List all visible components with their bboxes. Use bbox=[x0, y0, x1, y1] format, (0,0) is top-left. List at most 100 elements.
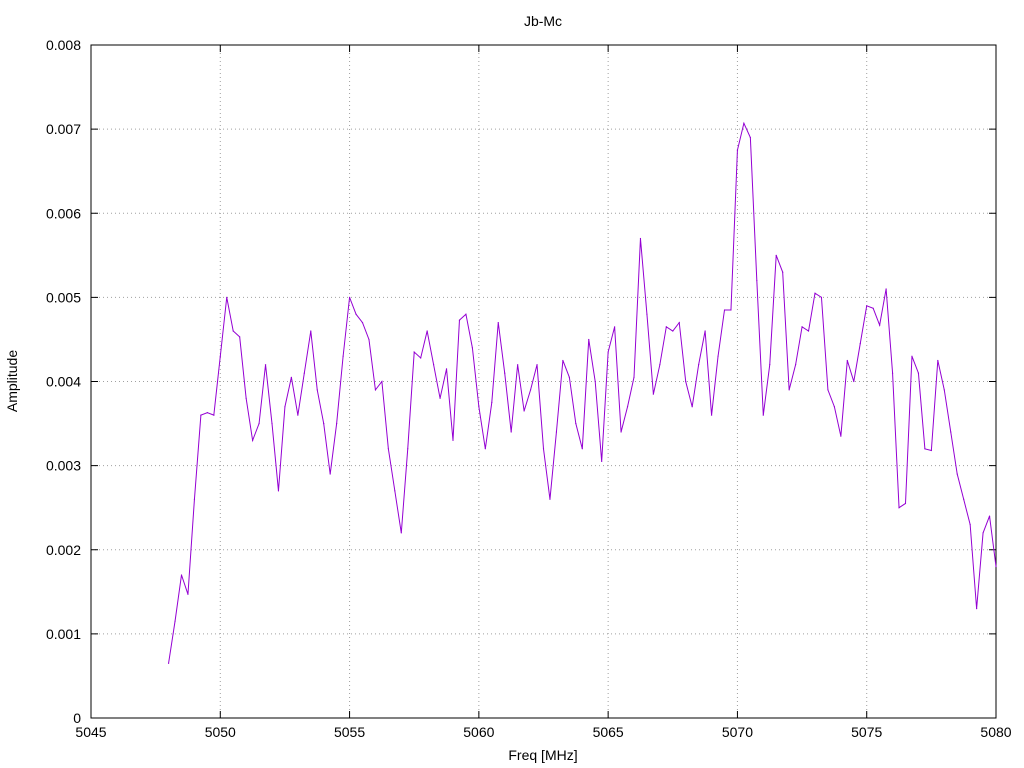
y-tick-label: 0.001 bbox=[46, 626, 81, 642]
data-point bbox=[698, 364, 700, 366]
data-point bbox=[743, 122, 745, 124]
data-point bbox=[620, 431, 622, 433]
x-tick-label: 5075 bbox=[851, 724, 882, 740]
data-point bbox=[807, 330, 810, 332]
data-point bbox=[575, 422, 577, 425]
data-point bbox=[504, 372, 506, 374]
data-point bbox=[290, 376, 292, 378]
data-point bbox=[678, 322, 680, 324]
data-point bbox=[885, 288, 887, 290]
data-point bbox=[245, 397, 247, 399]
data-point bbox=[982, 532, 984, 534]
data-point bbox=[433, 364, 435, 366]
data-point bbox=[426, 330, 428, 332]
x-tick-label: 5050 bbox=[205, 724, 236, 740]
x-tick-label: 5080 bbox=[980, 724, 1011, 740]
data-point bbox=[736, 149, 739, 151]
data-point bbox=[646, 313, 648, 315]
data-point bbox=[400, 532, 402, 534]
data-point bbox=[801, 326, 803, 328]
data-point bbox=[943, 389, 945, 391]
data-point bbox=[891, 372, 894, 374]
data-point bbox=[413, 351, 415, 353]
data-point bbox=[594, 380, 596, 383]
data-point bbox=[950, 431, 952, 433]
y-tick-label: 0.006 bbox=[46, 205, 81, 221]
data-point bbox=[562, 359, 564, 362]
data-point bbox=[672, 330, 674, 332]
data-point bbox=[691, 406, 693, 408]
y-tick-label: 0.003 bbox=[46, 458, 81, 474]
data-point bbox=[995, 565, 997, 568]
data-point bbox=[872, 307, 874, 309]
tick-labels: 5045 5050 5055 5060 5065 5070 5075 5080 0 0.001 0.… bbox=[46, 37, 1012, 740]
data-point bbox=[284, 406, 286, 408]
x-axis-label: Freq [MHz] bbox=[508, 747, 577, 763]
data-point bbox=[523, 410, 525, 412]
data-point bbox=[536, 364, 538, 366]
data-point bbox=[303, 372, 305, 374]
data-point bbox=[264, 364, 267, 366]
data-point bbox=[497, 322, 499, 324]
data-point bbox=[588, 338, 590, 341]
data-point bbox=[542, 448, 545, 450]
y-tick-label: 0.008 bbox=[46, 37, 81, 53]
data-point bbox=[206, 412, 208, 414]
data-point bbox=[827, 389, 829, 391]
chart-title: Jb-Mc bbox=[524, 13, 562, 29]
data-point bbox=[614, 326, 616, 328]
data-point bbox=[762, 414, 764, 416]
data-point bbox=[193, 498, 196, 500]
data-point bbox=[911, 355, 913, 357]
data-point bbox=[723, 309, 726, 311]
data-point bbox=[853, 380, 855, 383]
data-point bbox=[782, 271, 784, 273]
data-point bbox=[866, 305, 868, 307]
data-point bbox=[252, 439, 254, 441]
data-point bbox=[226, 296, 228, 298]
data-point bbox=[167, 662, 170, 664]
data-point bbox=[180, 574, 183, 576]
data-point bbox=[710, 414, 713, 416]
data-point bbox=[814, 292, 816, 294]
data-point bbox=[749, 136, 751, 139]
y-tick-label: 0.004 bbox=[46, 374, 81, 390]
series-line bbox=[168, 121, 997, 664]
data-point bbox=[239, 336, 241, 338]
data-point bbox=[465, 313, 467, 315]
data-point bbox=[387, 448, 389, 450]
x-tick-label: 5060 bbox=[463, 724, 494, 740]
data-point bbox=[232, 330, 234, 332]
data-point bbox=[963, 498, 965, 500]
grid bbox=[91, 45, 996, 718]
data-point bbox=[374, 389, 377, 391]
data-point bbox=[581, 448, 583, 450]
data-point bbox=[478, 406, 480, 408]
data-point bbox=[381, 380, 383, 383]
data-point bbox=[969, 523, 971, 526]
data-point bbox=[200, 414, 202, 416]
data-point bbox=[213, 414, 215, 416]
data-point bbox=[549, 498, 551, 500]
data-point bbox=[859, 343, 861, 345]
data-point bbox=[795, 364, 797, 366]
data-point bbox=[652, 393, 654, 395]
data-point bbox=[976, 608, 978, 610]
data-point bbox=[323, 422, 325, 425]
y-axis-label: Amplitude bbox=[4, 350, 20, 412]
data-point bbox=[271, 422, 273, 425]
data-point bbox=[840, 435, 842, 437]
data-point bbox=[685, 380, 687, 383]
y-tick-label: 0.007 bbox=[46, 121, 81, 137]
data-point bbox=[458, 319, 461, 321]
data-point bbox=[277, 490, 280, 492]
data-point bbox=[297, 414, 299, 416]
data-point bbox=[917, 372, 920, 374]
data-point bbox=[342, 355, 344, 357]
x-tick-label: 5070 bbox=[722, 724, 753, 740]
data-point bbox=[491, 401, 493, 404]
data-point bbox=[555, 431, 558, 433]
data-point bbox=[445, 368, 448, 370]
data-point bbox=[348, 296, 351, 298]
data-point bbox=[517, 364, 519, 366]
